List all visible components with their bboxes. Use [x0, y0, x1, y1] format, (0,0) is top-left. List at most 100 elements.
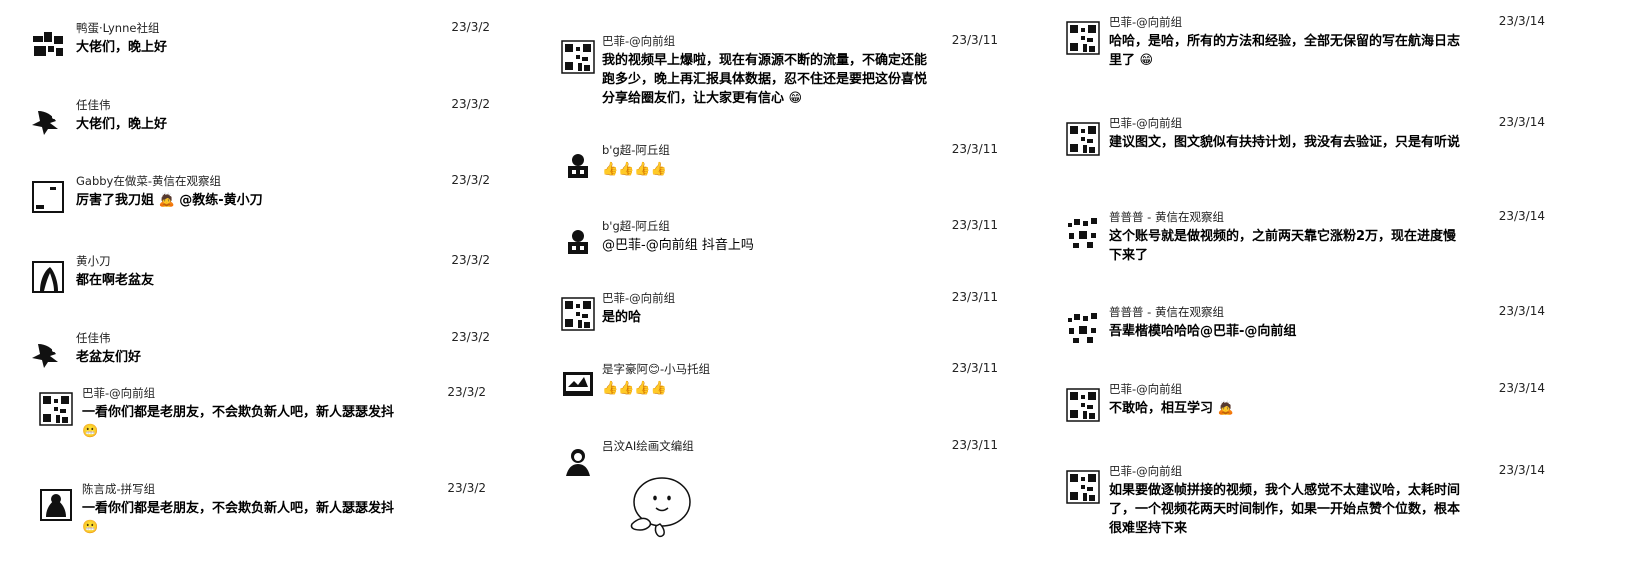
message-text: 一看你们都是老朋友，不会欺负新人吧，新人瑟瑟发抖 😬: [82, 499, 412, 537]
avatar[interactable]: [30, 26, 66, 62]
message-item[interactable]: 鸭蛋·Lynne社组 23/3/2 大佬们，晚上好: [30, 20, 500, 70]
message-date: 23/3/11: [951, 218, 998, 232]
sender-name: 巴菲-@向前组: [602, 291, 676, 305]
avatar[interactable]: [1065, 20, 1101, 56]
sender-name: 黄小刀: [76, 254, 111, 268]
message-item[interactable]: 陈言成-拼写组 23/3/2 一看你们都是老朋友，不会欺负新人吧，新人瑟瑟发抖 …: [30, 481, 500, 551]
message-date: 23/3/2: [451, 97, 490, 111]
avatar[interactable]: [560, 444, 596, 480]
avatar[interactable]: [1065, 310, 1101, 346]
message-item[interactable]: Gabby在做菜-黄信在观察组 23/3/2 厉害了我刀姐 🙇 @教练-黄小刀: [30, 173, 500, 223]
avatar[interactable]: [30, 179, 66, 215]
message-item[interactable]: 巴菲-@向前组 23/3/11 是的哈: [560, 290, 1010, 340]
message-text-body: 不敢哈，相互学习: [1109, 401, 1214, 416]
message-item[interactable]: 巴菲-@向前组 23/3/14 哈哈，是哈，所有的方法和经验，全部无保留的写在航…: [1065, 14, 1545, 84]
message-date: 23/3/2: [451, 330, 490, 344]
avatar[interactable]: [1065, 387, 1101, 423]
message-date: 23/3/14: [1498, 209, 1545, 223]
message-text: 不敢哈，相互学习 🙇: [1109, 399, 1234, 418]
sender-name: 鸭蛋·Lynne社组: [76, 21, 160, 35]
message-item[interactable]: 任佳伟 23/3/2 大佬们，晚上好: [30, 97, 500, 147]
message-text: 大佬们，晚上好: [76, 117, 168, 132]
message-date: 23/3/2: [447, 481, 486, 495]
message-text: 吾辈楷模哈哈哈@巴菲-@向前组: [1109, 324, 1297, 339]
message-date: 23/3/11: [951, 33, 998, 47]
message-text: 一看你们都是老朋友，不会欺负新人吧，新人瑟瑟发抖 😬: [82, 403, 412, 441]
message-text-body: 我的视频早上爆啦，现在有源源不断的流量，不确定还能跑多少，晚上再汇报具体数据，忍…: [602, 53, 928, 106]
message-text: 👍👍👍👍: [602, 162, 667, 177]
message-item[interactable]: 巴菲-@向前组 23/3/14 不敢哈，相互学习 🙇: [1065, 381, 1545, 431]
message-text: 大佬们，晚上好: [76, 40, 168, 55]
message-item[interactable]: 吕汶AI绘画文编组 23/3/11: [560, 438, 1010, 548]
avatar[interactable]: [1065, 121, 1101, 157]
message-item[interactable]: 是字豪阿😊-小马托组 23/3/11 👍👍👍👍: [560, 361, 1010, 411]
message-item[interactable]: 巴菲-@向前组 23/3/14 如果要做逐帧拼接的视频，我个人感觉不太建议哈，太…: [1065, 463, 1545, 553]
message-text: 这个账号就是做视频的，之前两天靠它涨粉2万，现在进度慢下来了: [1109, 229, 1457, 263]
message-date: 23/3/14: [1498, 304, 1545, 318]
message-text-body: 一看你们都是老朋友，不会欺负新人吧，新人瑟瑟发抖: [82, 501, 395, 516]
message-date: 23/3/14: [1498, 14, 1545, 28]
chat-column-1: 鸭蛋·Lynne社组 23/3/2 大佬们，晚上好 任佳伟 23/3/2 大佬们…: [30, 0, 500, 584]
message-item[interactable]: 黄小刀 23/3/2 都在啊老盆友: [30, 253, 500, 303]
avatar[interactable]: [1065, 469, 1101, 505]
avatar[interactable]: [30, 336, 66, 372]
message-text: 如果要做逐帧拼接的视频，我个人感觉不太建议哈，太耗时间了，一个视频花两天时间制作…: [1109, 483, 1461, 536]
message-date: 23/3/11: [951, 290, 998, 304]
message-date: 23/3/11: [951, 142, 998, 156]
message-item[interactable]: 巴菲-@向前组 23/3/14 建议图文，图文貌似有扶持计划，我没有去验证，只是…: [1065, 115, 1545, 175]
message-item[interactable]: 巴菲-@向前组 23/3/11 我的视频早上爆啦，现在有源源不断的流量，不确定还…: [560, 33, 1010, 113]
message-date: 23/3/2: [451, 253, 490, 267]
message-text: 我的视频早上爆啦，现在有源源不断的流量，不确定还能跑多少，晚上再汇报具体数据，忍…: [602, 51, 932, 108]
sender-name: b'g超-阿丘组: [602, 219, 670, 233]
message-text: 厉害了我刀姐 🙇 @教练-黄小刀: [76, 191, 263, 210]
sender-name: 吕汶AI绘画文编组: [602, 439, 694, 453]
avatar[interactable]: [560, 39, 596, 75]
message-text-body: 一看你们都是老朋友，不会欺负新人吧，新人瑟瑟发抖: [82, 405, 395, 420]
avatar[interactable]: [560, 224, 596, 260]
avatar[interactable]: [30, 259, 66, 295]
avatar[interactable]: [560, 296, 596, 332]
sender-name: 普普普 - 黄信在观察组: [1109, 305, 1224, 319]
avatar[interactable]: [38, 487, 74, 523]
message-text: 老盆友们好: [76, 350, 142, 365]
chat-column-3: 巴菲-@向前组 23/3/14 哈哈，是哈，所有的方法和经验，全部无保留的写在航…: [1065, 0, 1545, 584]
message-date: 23/3/2: [451, 20, 490, 34]
message-date: 23/3/14: [1498, 381, 1545, 395]
sender-name: 巴菲-@向前组: [1109, 116, 1183, 130]
avatar[interactable]: [560, 367, 596, 403]
grin-emoji-icon: 😁: [1139, 53, 1154, 68]
avatar[interactable]: [560, 148, 596, 184]
sender-name: 任佳伟: [76, 98, 111, 112]
message-item[interactable]: 普普普 - 黄信在观察组 23/3/14 这个账号就是做视频的，之前两天靠它涨粉…: [1065, 209, 1545, 269]
grimace-emoji-icon: 😬: [82, 424, 99, 439]
message-date: 23/3/11: [951, 438, 998, 452]
sender-name: 是字豪阿😊-小马托组: [602, 362, 711, 376]
message-date: 23/3/2: [447, 385, 486, 399]
message-item[interactable]: 巴菲-@向前组 23/3/2 一看你们都是老朋友，不会欺负新人吧，新人瑟瑟发抖 …: [30, 385, 500, 455]
grin-emoji-icon: 😁: [788, 91, 803, 106]
sender-name: 巴菲-@向前组: [82, 386, 156, 400]
message-item[interactable]: 普普普 - 黄信在观察组 23/3/14 吾辈楷模哈哈哈@巴菲-@向前组: [1065, 304, 1545, 354]
message-item[interactable]: b'g超-阿丘组 23/3/11 👍👍👍👍: [560, 142, 1010, 192]
message-date: 23/3/11: [951, 361, 998, 375]
avatar[interactable]: [1065, 215, 1101, 251]
sender-name: 陈言成-拼写组: [82, 482, 156, 496]
message-text: 建议图文，图文貌似有扶持计划，我没有去验证，只是有听说: [1109, 135, 1461, 150]
bun-sticker[interactable]: [622, 472, 696, 538]
mention-link[interactable]: @教练-黄小刀: [179, 193, 262, 208]
sender-name: 任佳伟: [76, 331, 111, 345]
message-text: 👍👍👍👍: [602, 381, 667, 396]
sender-name: Gabby在做菜-黄信在观察组: [76, 174, 222, 188]
bow-emoji-icon: 🙇: [1217, 401, 1234, 416]
avatar[interactable]: [30, 103, 66, 139]
message-text: 是的哈: [602, 310, 642, 325]
message-text-body: 哈哈，是哈，所有的方法和经验，全部无保留的写在航海日志里了: [1109, 34, 1461, 68]
grimace-emoji-icon: 😬: [82, 520, 99, 535]
chat-column-2: 巴菲-@向前组 23/3/11 我的视频早上爆啦，现在有源源不断的流量，不确定还…: [560, 0, 1010, 584]
message-item[interactable]: 任佳伟 23/3/2 老盆友们好: [30, 330, 500, 380]
message-text-body: 厉害了我刀姐: [76, 193, 155, 208]
message-item[interactable]: b'g超-阿丘组 23/3/11 @巴菲-@向前组 抖音上吗: [560, 218, 1010, 268]
avatar[interactable]: [38, 391, 74, 427]
message-date: 23/3/14: [1498, 463, 1545, 477]
message-date: 23/3/2: [451, 173, 490, 187]
